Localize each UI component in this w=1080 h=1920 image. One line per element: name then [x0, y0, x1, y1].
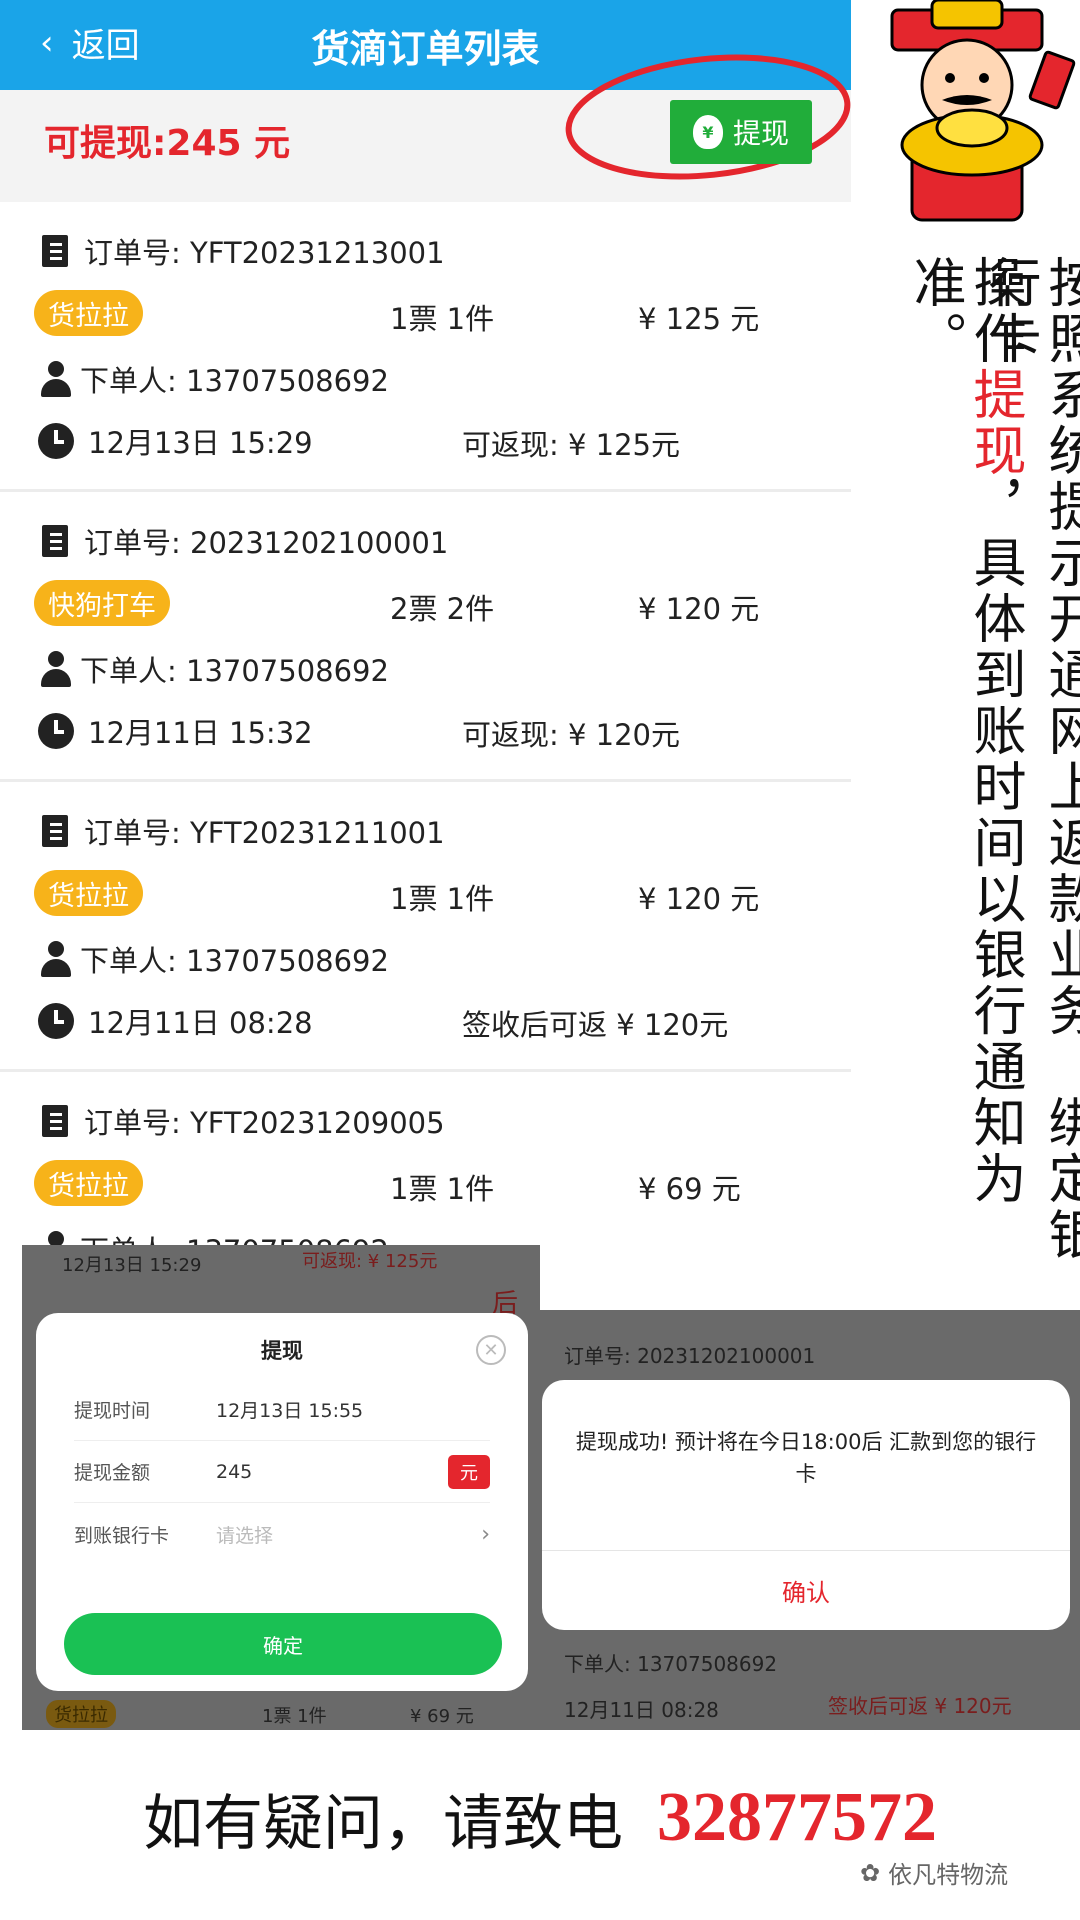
money-bag-icon: ¥: [692, 115, 723, 149]
platform-tag: 快狗打车: [34, 580, 170, 626]
order-card[interactable]: 订单号: 20231202100001 快狗打车 2票 2件 ¥ 120 元 下…: [0, 492, 851, 782]
order-amount: ¥ 120 元: [638, 592, 760, 626]
currency-unit-badge: 元: [448, 1454, 490, 1489]
order-card[interactable]: 订单号: YFT20231211001 货拉拉 1票 1件 ¥ 120 元 下单…: [0, 782, 851, 1072]
order-number: 订单号: YFT20231209005: [84, 1106, 445, 1140]
document-icon: [42, 235, 68, 267]
contact-text: 如有疑问，请致电: [143, 1788, 623, 1859]
notice-highlight: 提现: [965, 367, 1026, 479]
ticket-count: 1票 1件: [390, 1172, 495, 1206]
bg-qty: 1票 1件: [262, 1706, 327, 1727]
brand-name: 依凡特物流: [888, 1861, 1009, 1889]
ok-button[interactable]: 确认: [542, 1550, 1070, 1630]
success-message: 提现成功! 预计将在今日18:00后 汇款到您的银行卡: [575, 1430, 1037, 1486]
bg-orderer: 下单人: 13707508692: [564, 1652, 778, 1676]
clock-icon: [38, 423, 74, 459]
orderer-phone: 下单人: 13707508692: [80, 944, 389, 978]
back-label: 返回: [71, 26, 140, 66]
bg-time: 12月11日 08:28: [564, 1698, 719, 1722]
order-time: 12月11日 08:28: [88, 1006, 313, 1040]
brand-watermark: ✿ 依凡特物流: [860, 1855, 1008, 1890]
withdrawable-balance: 可提现:245 元: [44, 123, 291, 164]
document-icon: [42, 1105, 68, 1137]
clock-icon: [38, 1003, 74, 1039]
field-label: 到账银行卡: [74, 1524, 170, 1547]
bg-status: 可返现: ¥ 125元: [302, 1251, 438, 1272]
order-amount: ¥ 120 元: [638, 882, 760, 916]
platform-tag: 货拉拉: [34, 1160, 143, 1206]
withdraw-time-value: 12月13日 15:55: [216, 1400, 364, 1422]
withdraw-label: 提现: [732, 117, 789, 150]
user-icon: [40, 941, 72, 977]
withdraw-time-row: 提现时间 12月13日 15:55: [74, 1379, 490, 1441]
close-icon[interactable]: ✕: [476, 1335, 506, 1365]
vertical-notice: 按照系统提示开通网上返款业务，绑定银行卡 操作提现，具体到账时间以银行通知为准。: [880, 255, 1080, 1315]
cashback-status: 可返现: ¥ 120元: [462, 718, 681, 752]
ticket-count: 1票 1件: [390, 882, 495, 916]
order-number: 订单号: YFT20231213001: [84, 236, 445, 270]
withdraw-amount-row: 提现金额 245 元: [74, 1441, 490, 1503]
cashback-status: 签收后可返 ¥ 120元: [462, 1008, 729, 1042]
bank-card-select[interactable]: 请选择: [216, 1521, 481, 1548]
withdraw-button[interactable]: ¥ 提现: [670, 100, 812, 164]
order-number: 订单号: YFT20231211001: [84, 816, 445, 850]
god-of-wealth-mascot: [890, 0, 1076, 222]
order-time: 12月13日 15:29: [88, 426, 313, 460]
document-icon: [42, 815, 68, 847]
platform-tag: 货拉拉: [34, 870, 143, 916]
notice-text: 操作: [965, 255, 1026, 367]
dialog-title: 提现: [261, 1339, 303, 1363]
field-label: 提现金额: [74, 1462, 151, 1484]
wechat-icon: ✿: [860, 1858, 881, 1887]
withdraw-success-screenshot: 订单号: 20231202100001 提现成功! 预计将在今日18:00后 汇…: [536, 1310, 1080, 1730]
balance-bar: 可提现:245 元 ¥ 提现: [0, 54, 851, 202]
user-icon: [40, 361, 72, 397]
platform-tag: 货拉拉: [34, 290, 143, 336]
confirm-button[interactable]: 确定: [64, 1613, 502, 1675]
cashback-status: 可返现: ¥ 125元: [462, 428, 681, 462]
bg-order-number: 订单号: 20231202100001: [564, 1344, 816, 1368]
field-label: 提现时间: [74, 1400, 151, 1422]
chevron-left-icon: ‹: [40, 22, 54, 63]
bg-amount: ¥ 69 元: [410, 1706, 474, 1727]
withdraw-dialog: 提现 ✕ 提现时间 12月13日 15:55 提现金额 245 元 到账银行卡 …: [36, 1313, 528, 1691]
bg-time: 12月13日 15:29: [62, 1255, 202, 1276]
withdraw-dialog-screenshot: 12月13日 15:29 可返现: ¥ 125元 后可返 ¥ 69元 提现 ✕ …: [22, 1245, 540, 1730]
success-dialog: 提现成功! 预计将在今日18:00后 汇款到您的银行卡 确认: [542, 1380, 1070, 1630]
user-icon: [40, 651, 72, 687]
back-button[interactable]: ‹ 返回: [40, 18, 140, 67]
bg-status: 签收后可返 ¥ 120元: [828, 1694, 1012, 1718]
notice-column-2: 操作提现，具体到账时间以银行通知为准。: [905, 255, 1026, 1315]
order-card[interactable]: 订单号: YFT20231213001 货拉拉 1票 1件 ¥ 125 元 下单…: [0, 202, 851, 492]
contact-line: 如有疑问，请致电 32877572: [0, 1768, 1080, 1868]
bg-tag: 货拉拉: [46, 1700, 116, 1728]
bank-card-row[interactable]: 到账银行卡 请选择 ›: [74, 1503, 490, 1565]
order-time: 12月11日 15:32: [88, 716, 313, 750]
withdraw-amount-input[interactable]: 245: [216, 1461, 448, 1483]
ticket-count: 1票 1件: [390, 302, 495, 336]
chevron-right-icon: ›: [481, 1521, 490, 1547]
order-number: 订单号: 20231202100001: [84, 526, 449, 560]
orderer-phone: 下单人: 13707508692: [80, 654, 389, 688]
phone-number[interactable]: 32877572: [657, 1778, 937, 1858]
order-amount: ¥ 125 元: [638, 302, 760, 336]
document-icon: [42, 525, 68, 557]
clock-icon: [38, 713, 74, 749]
ticket-count: 2票 2件: [390, 592, 495, 626]
orderer-phone: 下单人: 13707508692: [80, 364, 389, 398]
order-amount: ¥ 69 元: [638, 1172, 741, 1206]
